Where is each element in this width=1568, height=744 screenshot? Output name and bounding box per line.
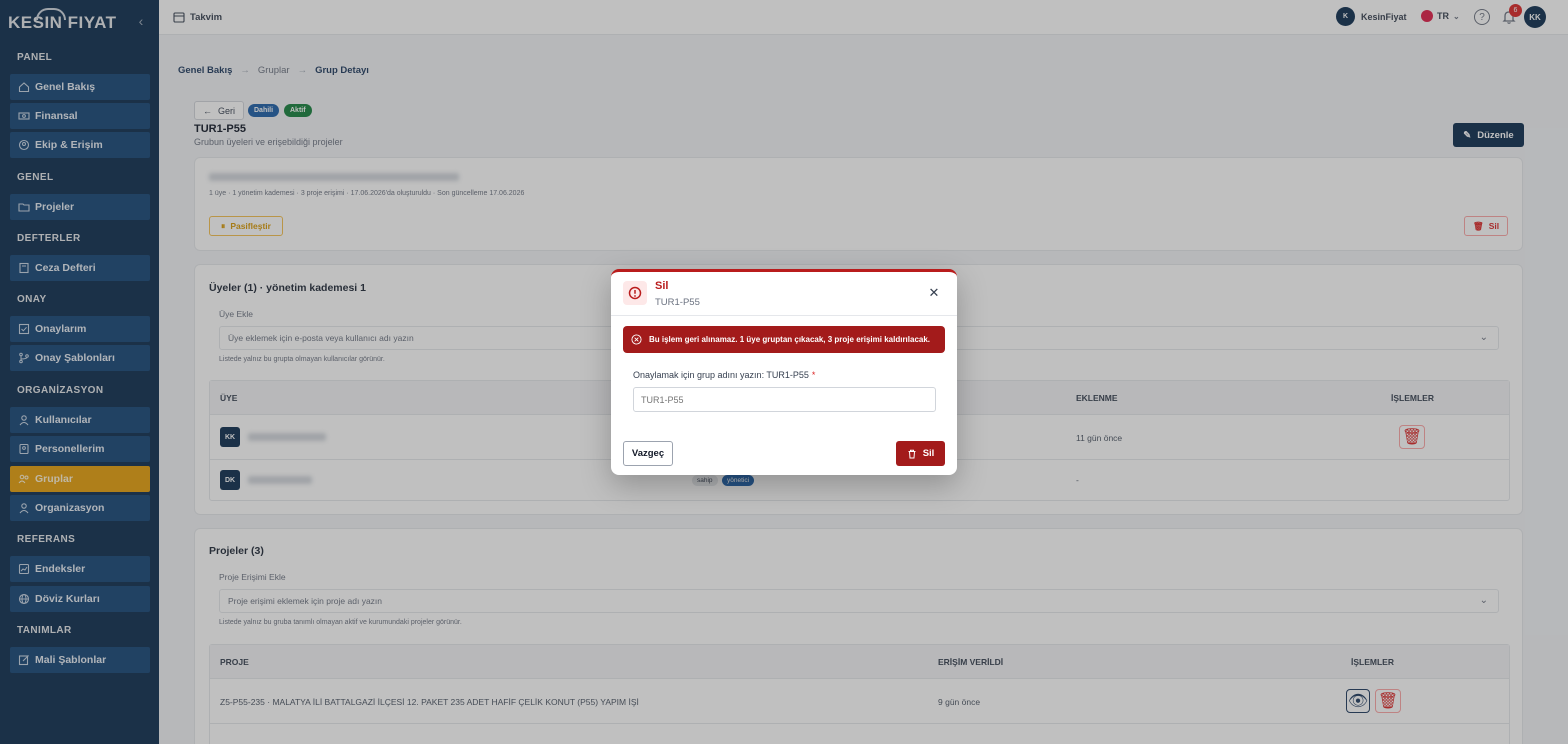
error-circle-icon <box>631 334 642 345</box>
trash-icon <box>908 449 916 458</box>
confirm-group-name-input[interactable] <box>633 387 936 412</box>
delete-modal: Sil TUR1-P55 ✕ Bu işlem geri alınamaz. 1… <box>611 269 957 475</box>
modal-title: Sil <box>655 280 669 292</box>
close-icon[interactable]: ✕ <box>927 285 941 300</box>
delete-label: Sil <box>922 448 935 459</box>
warning-icon <box>623 281 647 305</box>
confirm-delete-button[interactable]: Sil <box>896 441 945 466</box>
required-mark: * <box>811 370 816 380</box>
modal-subtitle: TUR1-P55 <box>655 297 700 308</box>
cancel-button[interactable]: Vazgeç <box>623 441 673 466</box>
alert-text: Bu işlem geri alınamaz. 1 üye gruptan çı… <box>649 335 931 344</box>
confirm-label: Onaylamak için grup adını yazın: TUR1-P5… <box>633 370 815 380</box>
warning-alert: Bu işlem geri alınamaz. 1 üye gruptan çı… <box>623 326 945 353</box>
modal-header: Sil TUR1-P55 ✕ <box>611 272 957 316</box>
confirm-label-text: Onaylamak için grup adını yazın: TUR1-P5… <box>633 370 809 380</box>
